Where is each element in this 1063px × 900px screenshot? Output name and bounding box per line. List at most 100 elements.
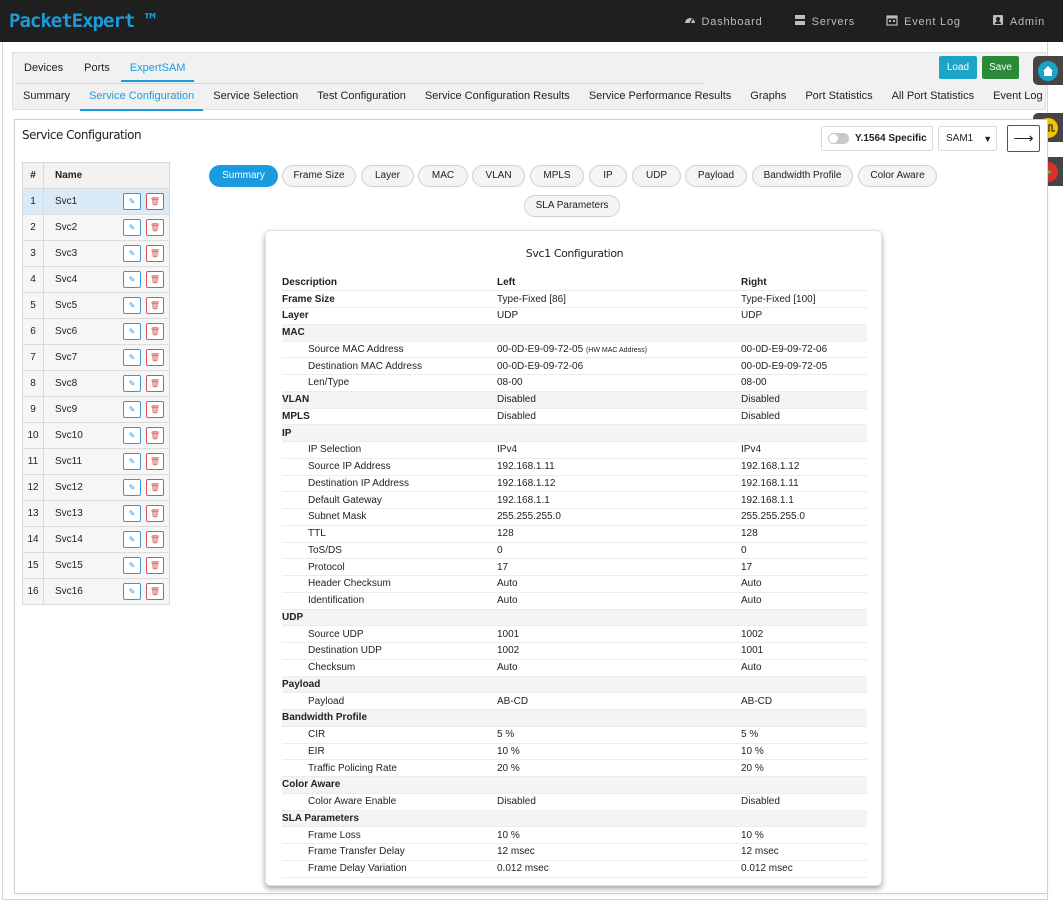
table-row[interactable]: 14 Svc14 ✎ 🗑 [22, 526, 170, 553]
config-tab-ip[interactable]: IP [589, 165, 627, 187]
tab-event-log[interactable]: Event Log [993, 90, 1043, 111]
table-row[interactable]: 7 Svc7 ✎ 🗑 [22, 344, 170, 371]
table-row[interactable]: 11 Svc11 ✎ 🗑 [22, 448, 170, 475]
edit-icon[interactable]: ✎ [123, 193, 141, 210]
table-row[interactable]: 6 Svc6 ✎ 🗑 [22, 318, 170, 345]
edit-icon[interactable]: ✎ [123, 583, 141, 600]
config-label: MAC [282, 324, 497, 342]
delete-icon[interactable]: 🗑 [146, 583, 164, 600]
nav-admin[interactable]: Admin [992, 14, 1045, 29]
nav-event-log[interactable]: Event Log [886, 14, 961, 29]
tab-port-statistics[interactable]: Port Statistics [805, 90, 872, 111]
load-button[interactable]: Load [939, 56, 977, 79]
delete-icon[interactable]: 🗑 [146, 531, 164, 548]
edit-icon[interactable]: ✎ [123, 323, 141, 340]
edit-icon[interactable]: ✎ [123, 245, 141, 262]
table-row[interactable]: 8 Svc8 ✎ 🗑 [22, 370, 170, 397]
delete-icon[interactable]: 🗑 [146, 427, 164, 444]
y1564-toggle[interactable]: Y.1564 Specific [821, 126, 933, 151]
delete-icon[interactable]: 🗑 [146, 349, 164, 366]
row-number: 16 [22, 578, 44, 605]
config-tab-vlan[interactable]: VLAN [472, 165, 525, 187]
row-number: 1 [22, 188, 44, 215]
delete-icon[interactable]: 🗑 [146, 375, 164, 392]
table-row[interactable]: 10 Svc10 ✎ 🗑 [22, 422, 170, 449]
table-row[interactable]: 9 Svc9 ✎ 🗑 [22, 396, 170, 423]
delete-icon[interactable]: 🗑 [146, 297, 164, 314]
tab-service-configuration[interactable]: Service Configuration [80, 90, 204, 111]
brand-logo[interactable]: PacketExpert ™ [9, 10, 156, 32]
arrow-right-button[interactable]: ⟶ [1007, 125, 1040, 152]
config-right-value [741, 324, 867, 342]
tab-test-configuration[interactable]: Test Configuration [317, 90, 406, 111]
config-right-value: IPv4 [741, 441, 867, 459]
tab-service-selection[interactable]: Service Selection [213, 90, 298, 111]
nav-servers[interactable]: Servers [794, 14, 856, 29]
config-tab-mpls[interactable]: MPLS [530, 165, 584, 187]
config-left: Disabled [497, 793, 741, 811]
table-row[interactable]: 5 Svc5 ✎ 🗑 [22, 292, 170, 319]
table-row[interactable]: 1 Svc1 ✎ 🗑 [22, 188, 170, 215]
home-button[interactable] [1033, 56, 1063, 85]
delete-icon[interactable]: 🗑 [146, 479, 164, 496]
nav-dashboard[interactable]: Dashboard [684, 14, 763, 29]
config-right-value [741, 810, 867, 828]
config-right-value: 20 % [741, 759, 867, 777]
tab-summary[interactable]: Summary [23, 90, 70, 111]
table-row[interactable]: 15 Svc15 ✎ 🗑 [22, 552, 170, 579]
config-tab-udp[interactable]: UDP [632, 165, 681, 187]
delete-icon[interactable]: 🗑 [146, 219, 164, 236]
save-button[interactable]: Save [982, 56, 1019, 79]
config-row: Protocol 17 17 [282, 558, 867, 576]
row-number: 7 [22, 344, 44, 371]
edit-icon[interactable]: ✎ [123, 505, 141, 522]
toggle-switch[interactable] [828, 133, 849, 144]
delete-icon[interactable]: 🗑 [146, 245, 164, 262]
config-tab-sla-parameters[interactable]: SLA Parameters [524, 195, 620, 217]
row-number: 9 [22, 396, 44, 423]
edit-icon[interactable]: ✎ [123, 375, 141, 392]
tab-devices[interactable]: Devices [23, 62, 65, 82]
edit-icon[interactable]: ✎ [123, 427, 141, 444]
config-tab-payload[interactable]: Payload [685, 165, 747, 187]
edit-icon[interactable]: ✎ [123, 479, 141, 496]
edit-icon[interactable]: ✎ [123, 349, 141, 366]
tab-ports[interactable]: Ports [83, 62, 112, 82]
config-row: Destination UDP 1002 1001 [282, 642, 867, 660]
table-row[interactable]: 12 Svc12 ✎ 🗑 [22, 474, 170, 501]
config-tab-color-aware[interactable]: Color Aware [858, 165, 937, 187]
table-row[interactable]: 3 Svc3 ✎ 🗑 [22, 240, 170, 267]
table-row[interactable]: 16 Svc16 ✎ 🗑 [22, 578, 170, 605]
edit-icon[interactable]: ✎ [123, 401, 141, 418]
edit-icon[interactable]: ✎ [123, 557, 141, 574]
tab-all-port-statistics[interactable]: All Port Statistics [892, 90, 975, 111]
delete-icon[interactable]: 🗑 [146, 557, 164, 574]
delete-icon[interactable]: 🗑 [146, 453, 164, 470]
edit-icon[interactable]: ✎ [123, 271, 141, 288]
delete-icon[interactable]: 🗑 [146, 271, 164, 288]
delete-icon[interactable]: 🗑 [146, 505, 164, 522]
table-row[interactable]: 2 Svc2 ✎ 🗑 [22, 214, 170, 241]
table-row[interactable]: 13 Svc13 ✎ 🗑 [22, 500, 170, 527]
delete-icon[interactable]: 🗑 [146, 193, 164, 210]
config-tab-mac[interactable]: MAC [418, 165, 468, 187]
edit-icon[interactable]: ✎ [123, 453, 141, 470]
config-tab-summary[interactable]: Summary [209, 165, 278, 187]
tab-graphs[interactable]: Graphs [750, 90, 786, 111]
tab-service-configuration-results[interactable]: Service Configuration Results [425, 90, 570, 111]
edit-icon[interactable]: ✎ [123, 531, 141, 548]
tab-expertsam[interactable]: ExpertSAM [120, 62, 195, 82]
config-tab-frame-size[interactable]: Frame Size [282, 165, 356, 187]
config-tab-bandwidth-profile[interactable]: Bandwidth Profile [752, 165, 853, 187]
table-row[interactable]: 4 Svc4 ✎ 🗑 [22, 266, 170, 293]
edit-icon[interactable]: ✎ [123, 219, 141, 236]
delete-icon[interactable]: 🗑 [146, 323, 164, 340]
config-tab-layer[interactable]: Layer [361, 165, 414, 187]
config-label: Payload [282, 676, 497, 694]
tab-service-performance-results[interactable]: Service Performance Results [589, 90, 731, 111]
edit-icon[interactable]: ✎ [123, 297, 141, 314]
config-row: MPLS Disabled Disabled [282, 408, 867, 426]
config-label: Frame Size [282, 290, 497, 308]
delete-icon[interactable]: 🗑 [146, 401, 164, 418]
sam-select[interactable]: SAM1 ▼ [938, 126, 997, 151]
